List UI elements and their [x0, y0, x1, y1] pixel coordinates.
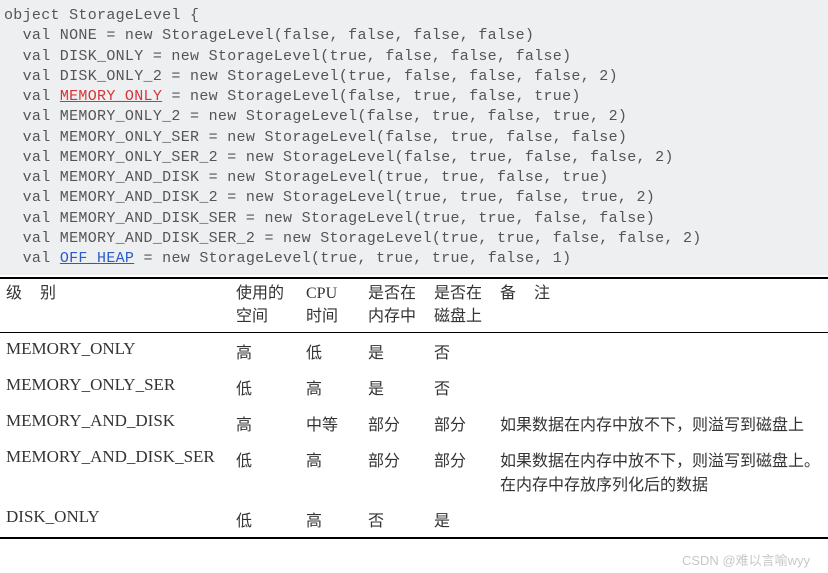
cell-note: [494, 369, 828, 405]
cell-cpu: 高: [300, 369, 362, 405]
header-memory: 是否在内存中: [362, 278, 428, 332]
cell-level: MEMORY_ONLY_SER: [0, 369, 230, 405]
table-row: DISK_ONLY低高否是: [0, 501, 828, 538]
code-line: val DISK_ONLY_2 = new StorageLevel(true,…: [4, 67, 824, 87]
cell-cpu: 中等: [300, 405, 362, 441]
cell-cpu: 低: [300, 333, 362, 370]
cell-memory: 部分: [362, 405, 428, 441]
cell-memory: 部分: [362, 441, 428, 501]
code-line: object StorageLevel {: [4, 6, 824, 26]
header-disk: 是否在磁盘上: [428, 278, 494, 332]
header-level: 级别: [0, 278, 230, 332]
cell-level: DISK_ONLY: [0, 501, 230, 538]
highlighted-identifier: MEMORY_ONLY: [60, 88, 162, 105]
code-line: val MEMORY_ONLY_2 = new StorageLevel(fal…: [4, 107, 824, 127]
cell-disk: 部分: [428, 405, 494, 441]
cell-space: 高: [230, 333, 300, 370]
header-space: 使用的空间: [230, 278, 300, 332]
header-note: 备注: [494, 278, 828, 332]
cell-disk: 是: [428, 501, 494, 538]
cell-level: MEMORY_AND_DISK: [0, 405, 230, 441]
cell-note: 如果数据在内存中放不下，则溢写到磁盘上。在内存中存放序列化后的数据: [494, 441, 828, 501]
code-line: val MEMORY_AND_DISK_SER = new StorageLev…: [4, 209, 824, 229]
cell-space: 低: [230, 501, 300, 538]
code-block: object StorageLevel { val NONE = new Sto…: [0, 0, 828, 275]
code-line: val DISK_ONLY = new StorageLevel(true, f…: [4, 47, 824, 67]
highlighted-identifier: OFF_HEAP: [60, 250, 134, 267]
table-header-row: 级别 使用的空间 CPU时间 是否在内存中 是否在磁盘上 备注: [0, 278, 828, 332]
code-line: val MEMORY_ONLY_SER = new StorageLevel(f…: [4, 128, 824, 148]
cell-level: MEMORY_ONLY: [0, 333, 230, 370]
cell-space: 低: [230, 441, 300, 501]
code-line: val OFF_HEAP = new StorageLevel(true, tr…: [4, 249, 824, 269]
table-row: MEMORY_ONLY高低是否: [0, 333, 828, 370]
cell-note: [494, 501, 828, 538]
header-cpu: CPU时间: [300, 278, 362, 332]
cell-note: [494, 333, 828, 370]
cell-note: 如果数据在内存中放不下，则溢写到磁盘上: [494, 405, 828, 441]
cell-space: 低: [230, 369, 300, 405]
table-row: MEMORY_AND_DISK高中等部分部分如果数据在内存中放不下，则溢写到磁盘…: [0, 405, 828, 441]
table-row: MEMORY_ONLY_SER低高是否: [0, 369, 828, 405]
cell-disk: 部分: [428, 441, 494, 501]
cell-cpu: 高: [300, 501, 362, 538]
cell-memory: 是: [362, 333, 428, 370]
watermark: CSDN @难以言喻wyy: [682, 550, 810, 569]
cell-space: 高: [230, 405, 300, 441]
code-line: val MEMORY_AND_DISK = new StorageLevel(t…: [4, 168, 824, 188]
code-line: val MEMORY_ONLY_SER_2 = new StorageLevel…: [4, 148, 824, 168]
cell-disk: 否: [428, 369, 494, 405]
code-line: val MEMORY_AND_DISK_2 = new StorageLevel…: [4, 188, 824, 208]
code-line: val NONE = new StorageLevel(false, false…: [4, 26, 824, 46]
cell-disk: 否: [428, 333, 494, 370]
storage-level-table: 级别 使用的空间 CPU时间 是否在内存中 是否在磁盘上 备注 MEMORY_O…: [0, 277, 828, 539]
cell-memory: 否: [362, 501, 428, 538]
code-line: val MEMORY_AND_DISK_SER_2 = new StorageL…: [4, 229, 824, 249]
table-row: MEMORY_AND_DISK_SER低高部分部分如果数据在内存中放不下，则溢写…: [0, 441, 828, 501]
cell-level: MEMORY_AND_DISK_SER: [0, 441, 230, 501]
cell-cpu: 高: [300, 441, 362, 501]
cell-memory: 是: [362, 369, 428, 405]
code-line: val MEMORY_ONLY = new StorageLevel(false…: [4, 87, 824, 107]
